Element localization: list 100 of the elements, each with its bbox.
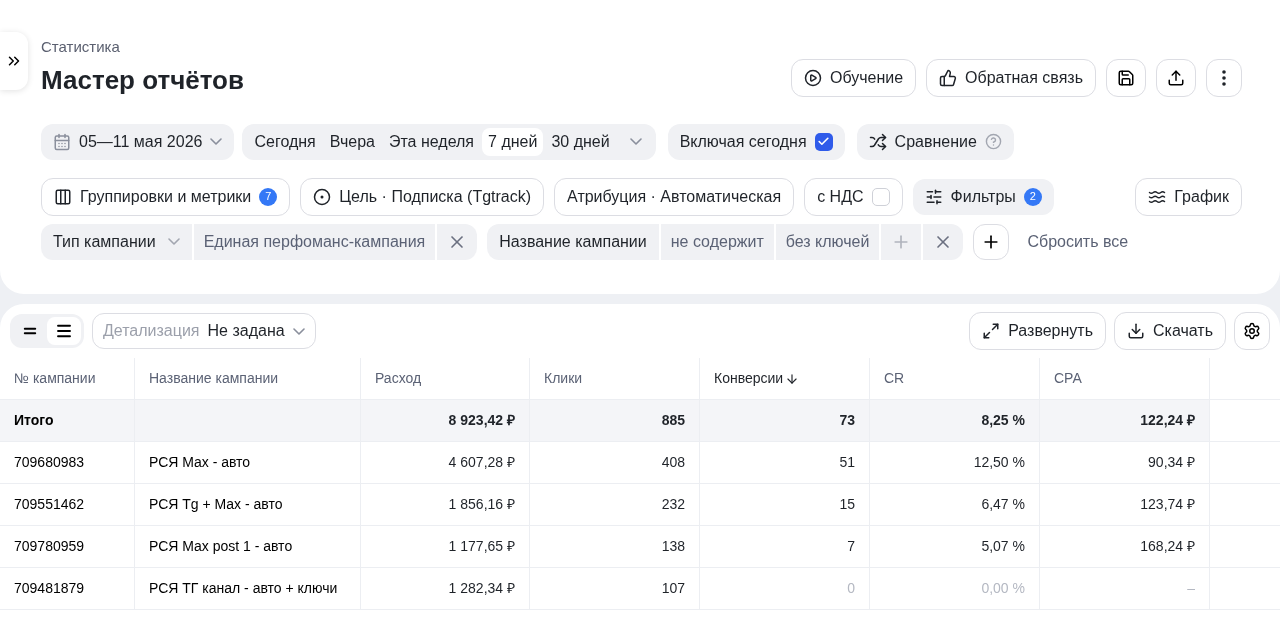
column-header[interactable]: Расход — [361, 358, 530, 399]
count-badge: 7 — [259, 187, 278, 206]
table-cell: РСЯ ТГ канал - авто + ключи — [135, 568, 361, 609]
table-cell: РСЯ Tg + Max - авто — [135, 484, 361, 525]
table-cell: 1 856,16 ₽ — [361, 484, 530, 525]
chevron-down-icon — [292, 327, 305, 335]
download-icon — [1127, 322, 1145, 340]
check-icon — [817, 135, 831, 148]
add-filter-button[interactable] — [973, 223, 1010, 260]
rows-icon — [55, 322, 73, 340]
table-cell: 6,47 % — [870, 484, 1040, 525]
column-header[interactable]: Конверсии — [700, 358, 870, 399]
table-cell: 0 — [700, 568, 870, 609]
chart-button[interactable]: График — [1135, 177, 1242, 216]
feedback-button[interactable]: Обратная связь — [926, 59, 1096, 97]
period-tab[interactable]: Эта неделя — [382, 127, 481, 156]
reset-all-link[interactable]: Сбросить все — [1027, 229, 1129, 254]
breadcrumb[interactable]: Статистика — [41, 36, 244, 59]
groupings-button[interactable]: Группировки и метрики 7 — [41, 177, 291, 216]
more-icon — [1222, 70, 1226, 86]
period-tab[interactable]: 7 дней — [482, 127, 544, 156]
table-cell: 885 — [530, 400, 700, 441]
include-today-label: Включая сегодня — [679, 131, 807, 152]
column-header[interactable]: CPA — [1040, 358, 1210, 399]
filter-value[interactable]: без ключей — [775, 223, 880, 260]
attribution-button[interactable]: Атрибуция · Автоматическая — [554, 177, 795, 216]
column-header[interactable]: Название кампании — [135, 358, 361, 399]
detail-label: Детализация — [103, 321, 200, 341]
calendar-icon — [53, 132, 71, 151]
table-cell: 123,74 ₽ — [1040, 484, 1210, 525]
shuffle-icon — [868, 132, 887, 151]
table-cell: 5,07 % — [870, 526, 1040, 567]
table-cell: 709481879 — [0, 568, 135, 609]
comparison-button[interactable]: Сравнение — [856, 123, 1014, 160]
sliders-icon — [924, 187, 943, 206]
table-cell: 709680983 — [0, 442, 135, 483]
column-header[interactable]: № кампании — [0, 358, 135, 399]
checkbox[interactable] — [871, 187, 890, 206]
thumbs-up-icon — [939, 69, 958, 87]
table-cell: 709780959 — [0, 526, 135, 567]
count-badge: 2 — [1023, 187, 1042, 206]
save-icon — [1117, 69, 1135, 87]
table-cell: 12,50 % — [870, 442, 1040, 483]
save-button[interactable] — [1106, 59, 1146, 97]
table-cell: 8,25 % — [870, 400, 1040, 441]
sidebar-toggle-button[interactable] — [0, 32, 28, 90]
table-cell: 4 607,28 ₽ — [361, 442, 530, 483]
period-tab[interactable]: Вчера — [323, 127, 381, 156]
detail-dropdown[interactable]: Детализация Не задана — [92, 313, 316, 349]
table-cell: 0,00 % — [870, 568, 1040, 609]
table-cell: 8 923,42 ₽ — [361, 400, 530, 441]
table-cell: – — [1040, 568, 1210, 609]
table-cell: 15 — [700, 484, 870, 525]
filter-value[interactable]: Единая перфоманс-кампания — [193, 223, 436, 260]
page-title: Мастер отчётов — [41, 63, 244, 97]
columns-icon — [54, 187, 72, 206]
table-cell: 709551462 — [0, 484, 135, 525]
chevron-down-icon — [167, 238, 180, 245]
checkbox[interactable] — [814, 132, 833, 151]
settings-button[interactable] — [1234, 312, 1270, 350]
table-cell: РСЯ Max post 1 - авто — [135, 526, 361, 567]
table-cell: 90,34 ₽ — [1040, 442, 1210, 483]
table-cell: 1 282,34 ₽ — [361, 568, 530, 609]
table-cell: 7 — [700, 526, 870, 567]
table-cell: 408 — [530, 442, 700, 483]
date-range: 05—11 мая 2026 — [79, 131, 203, 152]
table-cell: РСЯ Max - авто — [135, 442, 361, 483]
goal-button[interactable]: Цель · Подписка (Tgtrack) — [300, 177, 545, 216]
table-cell: 122,24 ₽ — [1040, 400, 1210, 441]
settings-icon — [1243, 322, 1261, 340]
column-header[interactable]: Клики — [530, 358, 700, 399]
view-mode-tab[interactable] — [47, 317, 81, 345]
table-cell: 107 — [530, 568, 700, 609]
date-range-picker[interactable]: 05—11 мая 2026 — [41, 123, 235, 160]
tutorial-button[interactable]: Обучение — [790, 59, 917, 97]
chevron-down-icon — [210, 138, 223, 145]
detail-value: Не задана — [207, 321, 285, 341]
filters-button[interactable]: Фильтры 2 — [912, 178, 1054, 215]
download-button[interactable]: Скачать — [1114, 312, 1226, 350]
vat-toggle[interactable]: с НДС — [804, 177, 903, 216]
table-cell: 232 — [530, 484, 700, 525]
share-button[interactable] — [1156, 59, 1196, 97]
help-icon — [984, 133, 1002, 150]
period-tab[interactable]: 30 дней — [545, 127, 616, 156]
table-cell: 138 — [530, 526, 700, 567]
filter-field[interactable]: Тип кампании — [41, 223, 192, 260]
table-cell: 168,24 ₽ — [1040, 526, 1210, 567]
table-cell: 1 177,65 ₽ — [361, 526, 530, 567]
column-header[interactable]: CR — [870, 358, 1040, 399]
chevron-down-icon — [629, 138, 642, 145]
filter-field[interactable]: Название кампании — [487, 223, 659, 260]
more-button[interactable] — [1206, 59, 1242, 97]
play-icon — [803, 69, 822, 87]
filter-value[interactable]: не содержит — [660, 223, 774, 260]
expand-button[interactable]: Развернуть — [969, 312, 1106, 350]
share-icon — [1167, 69, 1185, 87]
table-cell: 51 — [700, 442, 870, 483]
table-cell: Итого — [0, 400, 135, 441]
target-icon — [313, 187, 332, 206]
period-tab[interactable]: Сегодня — [248, 127, 322, 156]
